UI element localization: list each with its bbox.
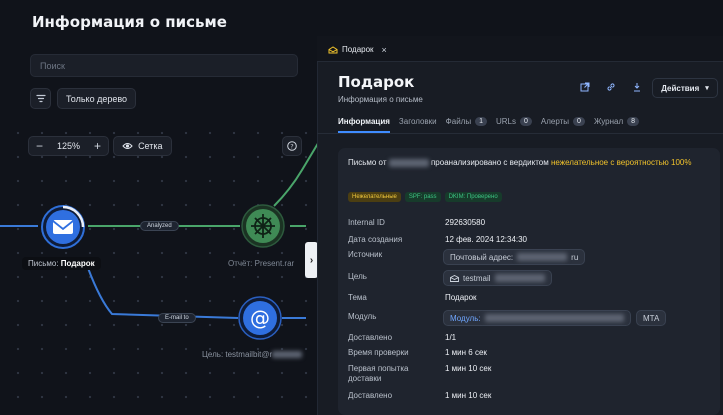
badge-spf: SPF: pass (404, 192, 441, 202)
detail-subtitle: Информация о письме (338, 95, 423, 104)
mail-icon (450, 274, 459, 282)
source-label: Источник (348, 250, 383, 259)
download-button[interactable] (630, 80, 644, 94)
internal-id-value: 292630580 (445, 218, 486, 227)
tab-label: Подарок (342, 45, 374, 54)
zoom-group: − 125% + (28, 136, 110, 156)
verdict-badges: Нежелательные SPF: pass DKIM: Проверено (348, 192, 502, 202)
envelope-icon (52, 220, 74, 234)
chevron-down-icon: ▾ (705, 85, 709, 92)
tab-urls[interactable]: URLs 0 (496, 117, 532, 126)
help-button[interactable]: ? (282, 136, 302, 156)
header-actions (578, 80, 644, 94)
open-external-icon (580, 82, 590, 92)
subject-label: Тема (348, 293, 367, 302)
edge-email-to (87, 267, 239, 319)
tab-bar: Подарок × (317, 36, 723, 62)
tabs-divider (317, 133, 723, 134)
edge-label-analyzed: Analyzed (140, 221, 179, 231)
copy-link-button[interactable] (604, 80, 618, 94)
verdict-value: нежелательное с вероятностью 100% (550, 158, 692, 167)
target-node-label: Цель: testmailbit@r (196, 348, 308, 361)
detail-title: Подарок (338, 73, 415, 91)
eye-icon (122, 143, 133, 149)
zoom-controls: − 125% + Сетка (28, 136, 172, 156)
check-time-label: Время проверки (348, 348, 409, 357)
mail-open-icon (328, 45, 338, 53)
alerts-count-badge: 0 (573, 117, 585, 126)
at-sign-icon: @ (250, 306, 270, 330)
delivered-time-label: Доставлено (348, 391, 393, 400)
open-external-button[interactable] (578, 80, 592, 94)
module-chip[interactable]: Модуль: (443, 310, 631, 326)
target-label: Цель (348, 272, 367, 281)
mail-node-label: Письмо: Подарок (22, 257, 101, 270)
zoom-in-button[interactable]: + (87, 139, 108, 153)
tab-gift[interactable]: Подарок × (323, 41, 392, 58)
target-chip[interactable]: testmail (443, 270, 552, 286)
tab-alerts[interactable]: Алерты 0 (541, 117, 585, 126)
module-label: Модуль (348, 312, 377, 321)
check-time-value: 1 мин 6 сек (445, 348, 487, 357)
chevron-right-icon: › (309, 254, 314, 266)
subject-value: Подарок (445, 293, 477, 302)
zoom-level: 125% (57, 141, 81, 151)
download-icon (634, 83, 640, 92)
files-count-badge: 1 (475, 117, 487, 126)
urls-count-badge: 0 (520, 117, 532, 126)
module-tag: MTA (636, 310, 667, 326)
zoom-out-button[interactable]: − (29, 139, 50, 153)
mail-node[interactable] (40, 204, 86, 250)
svg-text:?: ? (290, 142, 293, 150)
source-chip[interactable]: Почтовый адрес: ru (443, 249, 586, 265)
created-value: 12 фев. 2024 12:34:30 (445, 235, 528, 244)
tab-headers[interactable]: Заголовки (399, 117, 437, 126)
help-icon: ? (287, 141, 297, 151)
created-label: Дата создания (348, 235, 403, 244)
badge-spam: Нежелательные (348, 192, 401, 202)
tab-files[interactable]: Файлы 1 (446, 117, 487, 126)
close-tab-icon[interactable]: × (382, 45, 387, 55)
grid-toggle-label: Сетка (138, 141, 163, 151)
actions-label: Действия (661, 83, 700, 93)
verdict-text: Письмо от проанализировано с вердиктом н… (348, 158, 692, 167)
file-node-label: Отчёт: Present.rar (228, 259, 295, 268)
detail-tabs: Информация Заголовки Файлы 1 URLs 0 Алерты… (338, 117, 640, 126)
link-icon (607, 83, 615, 91)
internal-id-label: Internal ID (348, 218, 385, 227)
tab-journal[interactable]: Журнал 8 (594, 117, 640, 126)
actions-dropdown[interactable]: Действия ▾ (652, 78, 718, 98)
first-attempt-label: Первая попытка доставки (348, 364, 409, 383)
file-node[interactable] (241, 204, 285, 248)
delivered-value: 1/1 (445, 333, 457, 342)
redacted-sender (388, 158, 429, 167)
badge-dkim: DKIM: Проверено (444, 192, 502, 202)
grid-toggle-button[interactable]: Сетка (113, 136, 172, 156)
target-node[interactable]: @ (238, 296, 282, 340)
first-attempt-value: 1 мин 10 сек (445, 364, 492, 373)
edge-label-email-to: E-mail to (158, 313, 196, 323)
delivered-time-value: 1 мин 10 сек (445, 391, 492, 400)
delivered-label: Доставлено (348, 333, 393, 342)
tab-info[interactable]: Информация (338, 117, 390, 126)
journal-count-badge: 8 (627, 117, 640, 126)
